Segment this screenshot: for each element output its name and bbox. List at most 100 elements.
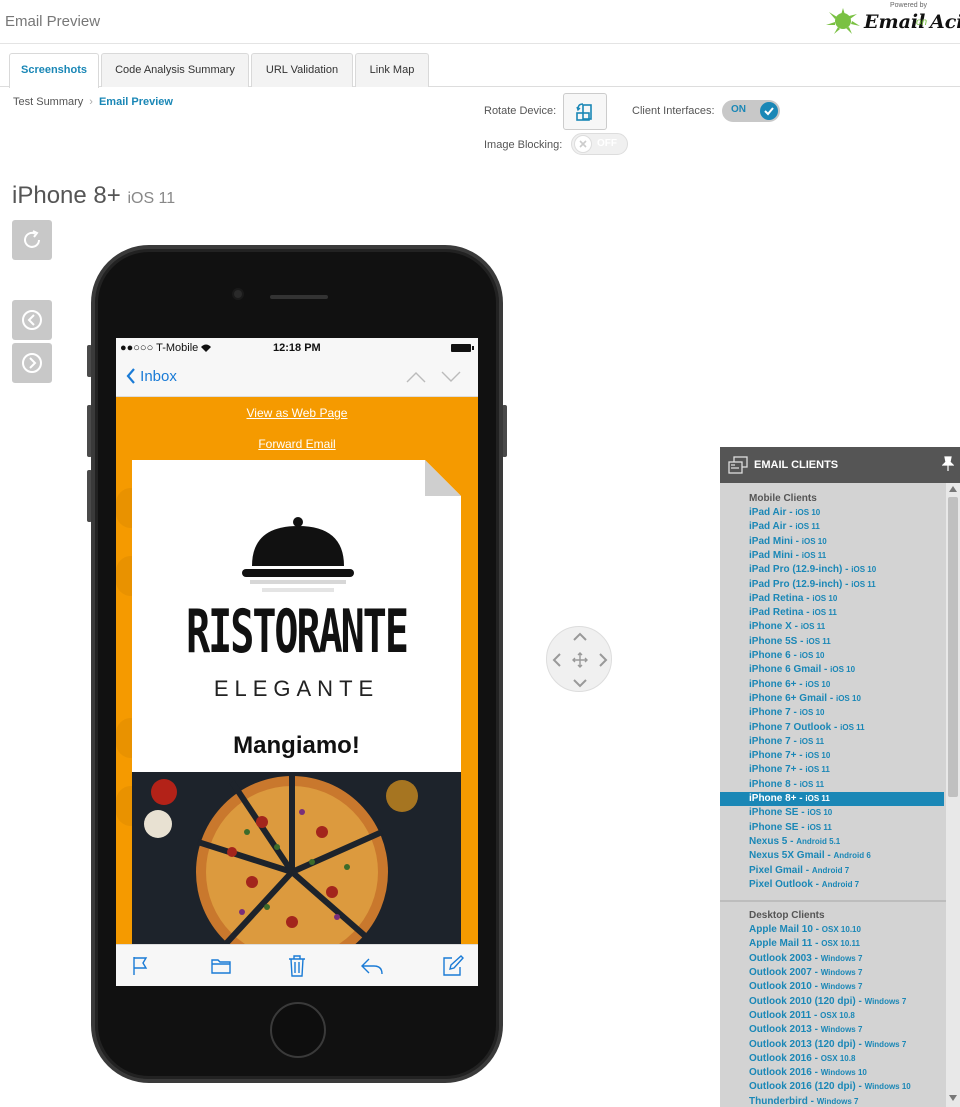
client-os: Windows 7 [820, 953, 863, 963]
scroll-thumb[interactable] [948, 497, 958, 797]
client-item[interactable]: iPhone 5S - iOS 11 [720, 635, 944, 649]
client-item[interactable]: iPhone SE - iOS 11 [720, 821, 944, 835]
refresh-button[interactable] [12, 220, 52, 260]
client-item[interactable]: Apple Mail 11 - OSX 10.11 [720, 937, 944, 951]
scroll-up-icon[interactable] [949, 486, 957, 492]
client-item[interactable]: iPhone 8+ - iOS 11 [720, 792, 944, 807]
client-item[interactable]: iPhone 7+ - iOS 10 [720, 749, 944, 763]
client-name: iPhone 6 Gmail [749, 664, 822, 676]
client-name: iPhone 6+ Gmail [749, 692, 828, 704]
client-item[interactable]: Nexus 5X Gmail - Android 6 [720, 849, 944, 863]
client-separator: - [787, 835, 797, 847]
client-item[interactable]: iPad Retina - iOS 10 [720, 592, 944, 606]
next-client-button[interactable] [12, 343, 52, 383]
compose-icon[interactable] [442, 955, 464, 977]
client-item[interactable]: iPad Pro (12.9-inch) - iOS 11 [720, 578, 944, 592]
image-blocking-toggle[interactable]: OFF [571, 133, 628, 155]
chevron-right-circle-icon [22, 353, 42, 373]
client-name: iPhone 5S [749, 635, 798, 647]
client-item[interactable]: Pixel Gmail - Android 7 [720, 864, 944, 878]
client-item[interactable]: Outlook 2016 (120 dpi) - Windows 10 [720, 1080, 944, 1094]
client-item[interactable]: iPad Air - iOS 11 [720, 520, 944, 534]
client-name: Outlook 2011 [749, 1009, 812, 1021]
clients-scrollbar[interactable] [946, 483, 960, 1107]
reply-icon[interactable] [360, 957, 384, 975]
rotate-device-button[interactable] [563, 93, 607, 130]
client-separator: - [855, 1038, 865, 1050]
client-item[interactable]: Outlook 2013 (120 dpi) - Windows 7 [720, 1038, 944, 1052]
device-title: iPhone 8+ iOS 11 [12, 182, 175, 210]
client-item[interactable]: Outlook 2007 - Windows 7 [720, 966, 944, 980]
client-item[interactable]: Outlook 2011 - OSX 10.8 [720, 1009, 944, 1023]
client-item[interactable]: iPhone 6 Gmail - iOS 10 [720, 663, 944, 677]
client-item[interactable]: iPhone X - iOS 11 [720, 620, 944, 634]
client-item[interactable]: Nexus 5 - Android 5.1 [720, 835, 944, 849]
client-separator: - [792, 549, 802, 561]
tab-url-validation[interactable]: URL Validation [251, 53, 353, 87]
email-clients-title: EMAIL CLIENTS [754, 459, 839, 471]
client-item[interactable]: iPad Mini - iOS 10 [720, 535, 944, 549]
client-item[interactable]: Outlook 2016 - Windows 10 [720, 1066, 944, 1080]
wifi-icon [201, 344, 211, 352]
client-os: iOS 10 [835, 693, 861, 703]
client-item[interactable]: Apple Mail 10 - OSX 10.10 [720, 923, 944, 937]
client-item[interactable]: Outlook 2010 - Windows 7 [720, 980, 944, 994]
client-item[interactable]: iPhone SE - iOS 10 [720, 806, 944, 820]
pizza-illustration [144, 774, 418, 948]
client-item[interactable]: iPhone 7 Outlook - iOS 11 [720, 721, 944, 735]
client-item[interactable]: Thunderbird - Windows 7 [720, 1095, 944, 1107]
client-name: iPhone 7 [749, 735, 791, 747]
trash-icon[interactable] [288, 955, 306, 977]
client-item[interactable]: iPhone 6 - iOS 10 [720, 649, 944, 663]
folder-icon[interactable] [211, 958, 231, 974]
client-item[interactable]: Outlook 2013 - Windows 7 [720, 1023, 944, 1037]
pan-control[interactable] [546, 626, 612, 692]
tab-screenshots[interactable]: Screenshots [9, 53, 99, 88]
client-item[interactable]: Pixel Outlook - Android 7 [720, 878, 944, 892]
scroll-down-icon[interactable] [949, 1095, 957, 1101]
close-icon [574, 135, 592, 153]
chevron-down-icon[interactable] [441, 371, 461, 383]
client-item[interactable]: iPad Retina - iOS 11 [720, 606, 944, 620]
client-name: Nexus 5X Gmail [749, 850, 825, 862]
pizza-image [132, 772, 461, 948]
client-item[interactable]: iPhone 8 - iOS 11 [720, 778, 944, 792]
tab-code-analysis-summary[interactable]: Code Analysis Summary [101, 53, 249, 87]
client-name: Thunderbird [749, 1095, 808, 1107]
previous-client-button[interactable] [12, 300, 52, 340]
client-os: Android 6 [833, 851, 871, 861]
client-item[interactable]: iPad Air - iOS 10 [720, 506, 944, 520]
client-separator: - [811, 981, 821, 993]
client-item[interactable]: iPhone 6+ - iOS 10 [720, 678, 944, 692]
tab-link-map[interactable]: Link Map [355, 53, 429, 87]
client-interfaces-toggle[interactable]: ON [722, 100, 780, 122]
breadcrumb-test-summary[interactable]: Test Summary [13, 96, 83, 108]
client-item[interactable]: iPad Mini - iOS 11 [720, 549, 944, 563]
client-item[interactable]: Outlook 2016 - OSX 10.8 [720, 1052, 944, 1066]
client-item[interactable]: Outlook 2003 - Windows 7 [720, 952, 944, 966]
email-headline: Mangiamo! [233, 732, 360, 759]
client-name: iPhone 6+ [749, 678, 797, 690]
client-item[interactable]: Outlook 2010 (120 dpi) - Windows 7 [720, 995, 944, 1009]
client-separator: - [812, 878, 822, 890]
app-root: Email Preview Powered by Email on Acid [0, 0, 960, 1107]
back-to-inbox-button[interactable]: Inbox [126, 368, 177, 385]
pin-icon[interactable] [942, 456, 954, 472]
client-item[interactable]: iPhone 7 - iOS 10 [720, 706, 944, 720]
client-name: Outlook 2013 [749, 1024, 812, 1036]
client-os: iOS 10 [801, 536, 827, 546]
tab-bar: Screenshots Code Analysis Summary URL Va… [0, 53, 960, 88]
client-item[interactable]: iPhone 6+ Gmail - iOS 10 [720, 692, 944, 706]
flag-icon[interactable] [132, 956, 148, 976]
client-item[interactable]: iPhone 7+ - iOS 11 [720, 763, 944, 777]
client-os: iOS 11 [800, 622, 826, 632]
client-item[interactable]: iPad Pro (12.9-inch) - iOS 10 [720, 563, 944, 577]
forward-email-link[interactable]: Forward Email [116, 437, 478, 451]
chevron-up-icon[interactable] [406, 371, 426, 383]
client-name: iPad Mini [749, 535, 793, 547]
breadcrumb-current[interactable]: Email Preview [99, 96, 173, 108]
client-name: iPad Mini [749, 549, 793, 561]
view-as-web-page-link[interactable]: View as Web Page [116, 406, 478, 420]
client-os: OSX 10.8 [820, 1053, 856, 1063]
client-item[interactable]: iPhone 7 - iOS 11 [720, 735, 944, 749]
